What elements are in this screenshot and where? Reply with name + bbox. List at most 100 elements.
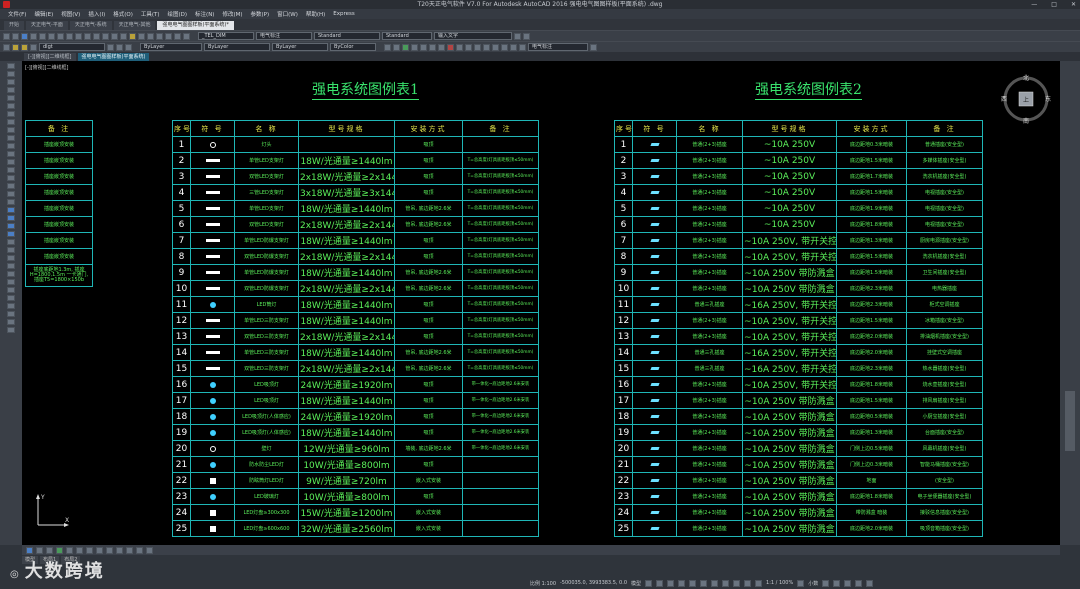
- viewport-controls[interactable]: [-][俯视][二维线框]: [25, 64, 69, 71]
- redo-icon[interactable]: [84, 32, 91, 40]
- explode-icon[interactable]: [7, 327, 15, 333]
- qp-icon[interactable]: [126, 546, 133, 554]
- table-style-select[interactable]: Standard: [382, 32, 432, 40]
- layer-translate-icon[interactable]: [501, 43, 508, 51]
- annotation-scale[interactable]: 1:1 / 100%: [766, 580, 793, 586]
- design-center-icon[interactable]: [138, 32, 145, 40]
- sc-icon[interactable]: [136, 546, 143, 554]
- tab-active-drawing[interactable]: 强电电气图图样板(平面系统)*: [157, 21, 234, 30]
- layer-make-current-icon[interactable]: [107, 43, 114, 51]
- layer-select[interactable]: dlgt: [39, 43, 105, 51]
- rectangle-icon[interactable]: [7, 87, 15, 93]
- menu-file[interactable]: 文件(F): [4, 10, 30, 18]
- am-icon[interactable]: [146, 546, 153, 554]
- quick-properties-icon[interactable]: [822, 579, 830, 587]
- layer-text-select[interactable]: 电气标注: [256, 32, 312, 40]
- trim-icon[interactable]: [7, 279, 15, 285]
- layer-off-icon[interactable]: [411, 43, 418, 51]
- layer-change-icon[interactable]: [519, 43, 526, 51]
- layer-delete-icon[interactable]: [447, 43, 454, 51]
- erase-icon[interactable]: [7, 207, 15, 213]
- workspace-icon[interactable]: [797, 579, 805, 587]
- snap-toggle-icon[interactable]: [656, 579, 664, 587]
- line-icon[interactable]: [7, 63, 15, 69]
- tab-system[interactable]: 天正电气-系统: [69, 21, 112, 30]
- menu-help[interactable]: 帮助(H): [302, 10, 329, 18]
- grid-toggle-icon[interactable]: [645, 579, 653, 587]
- properties-icon[interactable]: [129, 32, 136, 40]
- layer-state-icon[interactable]: [125, 43, 132, 51]
- menu-express[interactable]: Express: [329, 11, 358, 17]
- zoom-window-icon[interactable]: [111, 32, 118, 40]
- chamfer-icon[interactable]: [7, 311, 15, 317]
- layer-iso-icon[interactable]: [402, 43, 409, 51]
- sun-icon[interactable]: [21, 43, 28, 51]
- gradient-icon[interactable]: [7, 175, 15, 181]
- isolate-icon[interactable]: [833, 579, 841, 587]
- pan-icon[interactable]: [93, 32, 100, 40]
- snap-icon[interactable]: [26, 546, 33, 554]
- layer-current-select[interactable]: 电气标注: [528, 43, 588, 51]
- style-icon[interactable]: [523, 32, 530, 40]
- viewcube-compass[interactable]: 上 北 南 东 西: [1000, 73, 1052, 125]
- layer-previous-icon[interactable]: [116, 43, 123, 51]
- tracking-icon[interactable]: [700, 579, 708, 587]
- array-icon[interactable]: [7, 239, 15, 245]
- make-block-icon[interactable]: [7, 151, 15, 157]
- mirror-icon[interactable]: [7, 223, 15, 229]
- lwt-icon[interactable]: [106, 546, 113, 554]
- point-icon[interactable]: [7, 159, 15, 165]
- offset-icon[interactable]: [7, 231, 15, 237]
- circle-icon[interactable]: [7, 103, 15, 109]
- table-icon[interactable]: [7, 191, 15, 197]
- clean-screen-icon[interactable]: [855, 579, 863, 587]
- ortho-icon[interactable]: [46, 546, 53, 554]
- layer-thaw-icon[interactable]: [483, 43, 490, 51]
- tpy-icon[interactable]: [116, 546, 123, 554]
- menu-modify[interactable]: 修改(M): [218, 10, 246, 18]
- menu-parameters[interactable]: 参数(P): [247, 10, 274, 18]
- markup-icon[interactable]: [165, 32, 172, 40]
- layer-unlock-icon[interactable]: [465, 43, 472, 51]
- fillet-icon[interactable]: [7, 319, 15, 325]
- menu-draw[interactable]: 绘图(D): [164, 10, 192, 18]
- lineweight-select[interactable]: ByLayer: [272, 43, 328, 51]
- break-icon[interactable]: [7, 295, 15, 301]
- menu-tools[interactable]: 工具(T): [137, 10, 164, 18]
- tab-plan[interactable]: 天正电气-平面: [26, 21, 68, 30]
- lineweight-toggle-icon[interactable]: [722, 579, 730, 587]
- open-icon[interactable]: [12, 32, 19, 40]
- mtext-icon[interactable]: [7, 199, 15, 205]
- model-button[interactable]: 模型: [631, 580, 641, 587]
- menu-edit[interactable]: 编辑(E): [30, 10, 57, 18]
- move-icon[interactable]: [7, 247, 15, 253]
- layer-freeze-icon[interactable]: [420, 43, 427, 51]
- viewport-tab[interactable]: [-][俯视][二维线框]: [24, 53, 76, 61]
- menu-format[interactable]: 格式(O): [109, 10, 137, 18]
- drawing-file-tab[interactable]: 强电电气图图样板(平面系统): [77, 53, 150, 61]
- minimize-button[interactable]: —: [1031, 0, 1037, 9]
- annotation-icon[interactable]: [755, 579, 763, 587]
- new-icon[interactable]: [3, 32, 10, 40]
- ellipse-arc-icon[interactable]: [7, 135, 15, 141]
- osnap-toggle-icon[interactable]: [711, 579, 719, 587]
- stretch-icon[interactable]: [7, 271, 15, 277]
- menu-dimension[interactable]: 标注(N): [191, 10, 218, 18]
- layer-copy-icon[interactable]: [456, 43, 463, 51]
- linetype-select[interactable]: ByLayer: [204, 43, 270, 51]
- osnap-icon[interactable]: [66, 546, 73, 554]
- tab-start[interactable]: 开始: [4, 21, 25, 30]
- layer-lock-icon[interactable]: [474, 43, 481, 51]
- copy-tool-icon[interactable]: [7, 215, 15, 221]
- grid-icon[interactable]: [36, 546, 43, 554]
- zoom-previous-icon[interactable]: [120, 32, 127, 40]
- insert-block-icon[interactable]: [7, 143, 15, 149]
- text-style-select[interactable]: _TEL_DIM: [198, 32, 254, 40]
- dim-style-select[interactable]: Standard: [314, 32, 380, 40]
- print-icon[interactable]: [30, 32, 37, 40]
- layer-on-icon[interactable]: [492, 43, 499, 51]
- ortho-toggle-icon[interactable]: [667, 579, 675, 587]
- maximize-button[interactable]: □: [1051, 0, 1057, 9]
- customize-icon[interactable]: [866, 579, 874, 587]
- vertical-scrollbar[interactable]: [1060, 61, 1080, 545]
